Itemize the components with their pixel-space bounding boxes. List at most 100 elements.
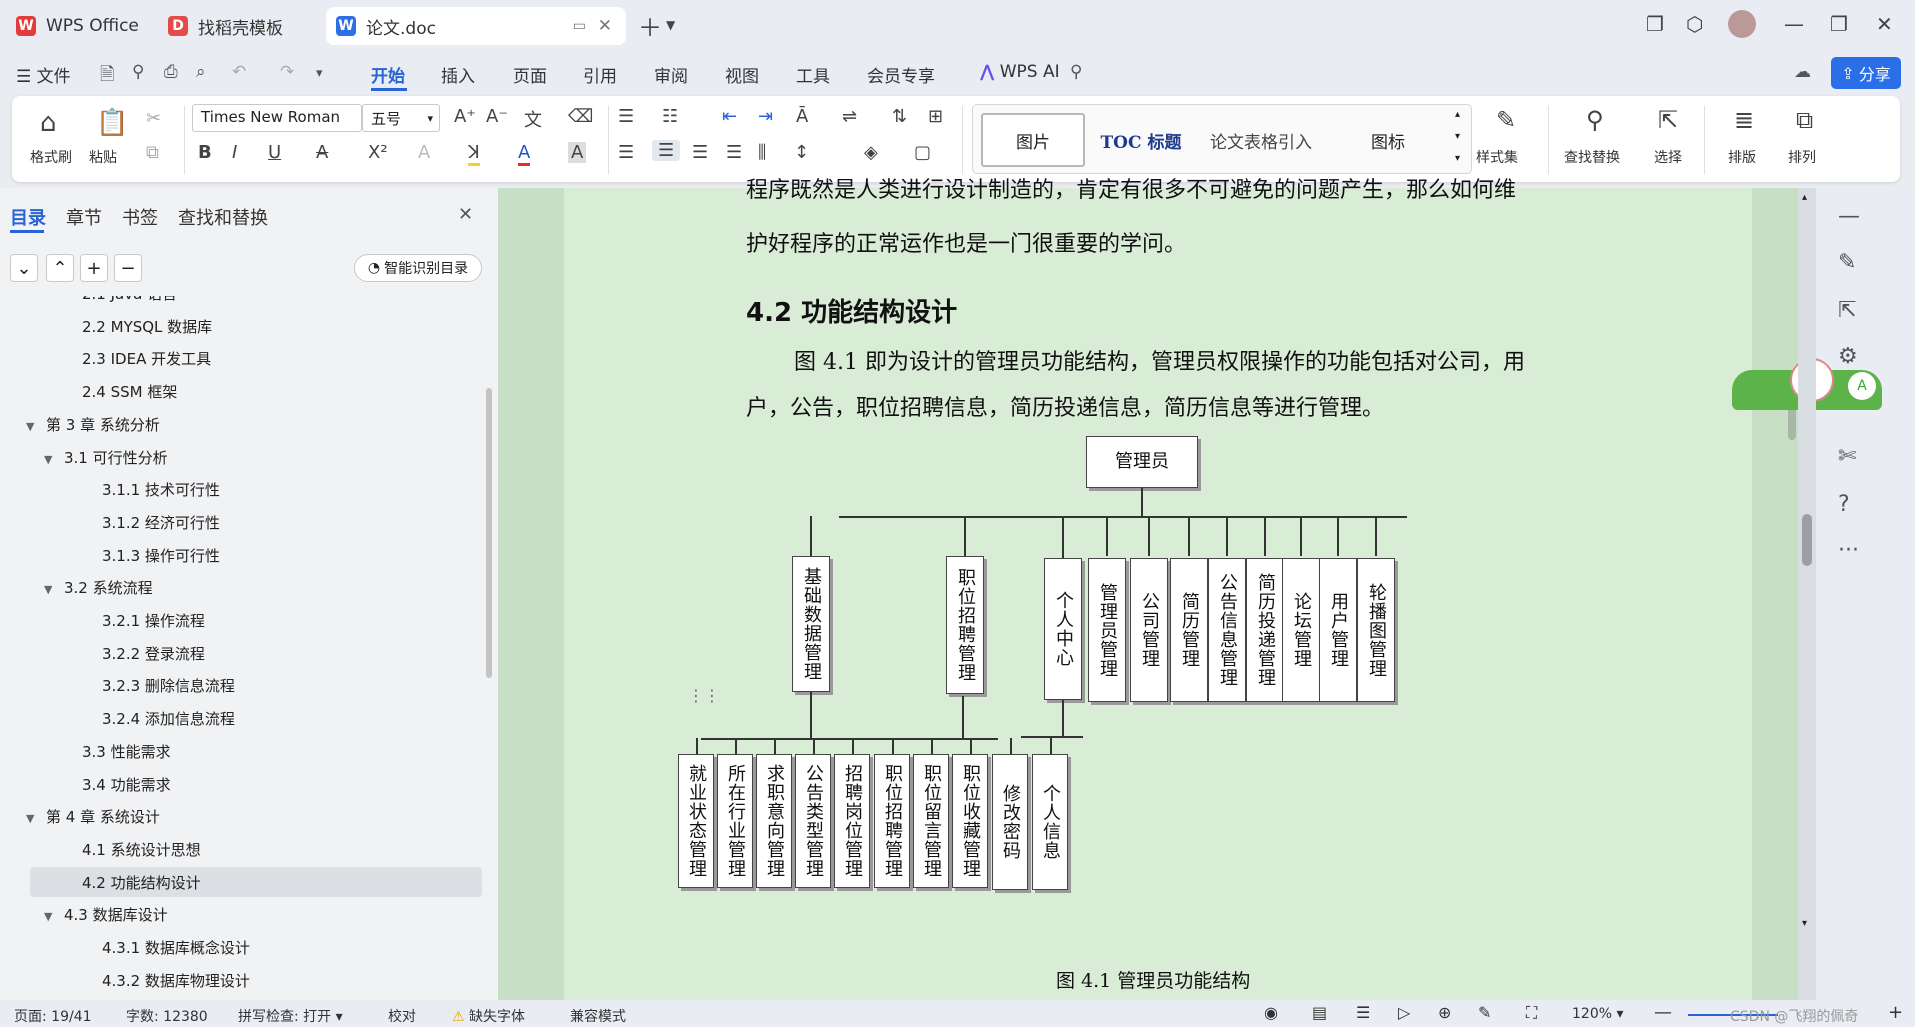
- add-heading-button[interactable]: +: [80, 254, 108, 282]
- tab-template[interactable]: D 找稻壳模板: [158, 7, 318, 45]
- italic-icon[interactable]: I: [232, 142, 237, 163]
- number-list-icon[interactable]: ☷: [662, 106, 678, 127]
- style-picture[interactable]: 图片: [981, 113, 1085, 167]
- line-spacing-icon[interactable]: ↕: [794, 142, 809, 163]
- toc-item[interactable]: ▼ 3.1 可行性分析: [44, 447, 168, 468]
- new-tab-icon[interactable]: ＋: [638, 8, 662, 43]
- toc-item[interactable]: 2.4 SSM 框架: [44, 381, 177, 402]
- smart-toc-button[interactable]: ◔ 智能识别目录: [354, 254, 482, 282]
- print-preview-icon[interactable]: ⌕: [196, 62, 206, 82]
- justify-icon[interactable]: ☰: [726, 142, 742, 163]
- align-left-icon[interactable]: ☰: [618, 142, 634, 163]
- gallery-expand-icon[interactable]: ▾: [1455, 153, 1460, 164]
- menu-page[interactable]: 页面: [513, 62, 547, 87]
- gallery-down-icon[interactable]: ▾: [1455, 131, 1460, 142]
- align-center-icon[interactable]: ☰: [652, 140, 681, 161]
- screen-icon[interactable]: ▭: [573, 18, 586, 34]
- style-set-icon[interactable]: ✎: [1496, 106, 1516, 134]
- expand-arrow-icon[interactable]: ▼: [26, 812, 42, 825]
- missing-font[interactable]: ⚠ 缺失字体: [452, 1006, 525, 1026]
- toc-item[interactable]: 4.1 系统设计思想: [44, 839, 201, 860]
- toc-item[interactable]: 4.3.1 数据库概念设计: [64, 937, 250, 958]
- help-icon[interactable]: ?: [1838, 492, 1850, 517]
- paste-label[interactable]: 粘贴: [89, 147, 117, 167]
- pointer-icon[interactable]: ⇱: [1838, 298, 1856, 323]
- expand-arrow-icon[interactable]: ▼: [44, 910, 60, 923]
- tab-document[interactable]: W 论文.doc ▭ ✕: [326, 7, 626, 45]
- close-window-icon[interactable]: ✕: [1876, 12, 1893, 36]
- cube-icon[interactable]: ⬡: [1686, 12, 1703, 36]
- tab-wps-office[interactable]: W WPS Office: [6, 7, 149, 45]
- toc-item[interactable]: 3.2.4 添加信息流程: [64, 708, 235, 729]
- menu-wps-ai[interactable]: ⋀ WPS AI: [980, 62, 1060, 82]
- avatar[interactable]: [1728, 10, 1756, 38]
- share-file-icon[interactable]: ⚲: [132, 62, 144, 82]
- select-cursor-icon[interactable]: ⇱: [1658, 106, 1678, 134]
- toc-item[interactable]: 4.3.2 数据库物理设计: [64, 970, 250, 991]
- word-count[interactable]: 字数: 12380: [126, 1006, 208, 1026]
- more-chevron-icon[interactable]: ▾: [316, 66, 323, 81]
- menu-member[interactable]: 会员专享: [867, 62, 935, 87]
- border-icon[interactable]: ▢: [914, 142, 931, 163]
- toc-item[interactable]: 4.2 功能结构设计: [44, 872, 201, 893]
- toc-item[interactable]: 2.1 Java 语言: [44, 296, 177, 304]
- strikethrough-icon[interactable]: A: [316, 142, 328, 163]
- toc-item[interactable]: 3.1.3 操作可行性: [64, 545, 220, 566]
- zoom-level[interactable]: 120% ▾: [1572, 1006, 1624, 1022]
- scroll-down-icon[interactable]: ▾: [1802, 918, 1807, 929]
- spell-check[interactable]: 拼写检查: 打开 ▾: [238, 1006, 343, 1026]
- document-page[interactable]: 程序既然是人类进行设计制造的，肯定有很多不可避免的问题产生，那么如何维 护好程序…: [564, 178, 1752, 1000]
- menu-file[interactable]: ☰ 文件: [16, 62, 71, 87]
- select-label[interactable]: 选择: [1654, 147, 1682, 167]
- bold-icon[interactable]: B: [198, 142, 212, 163]
- expand-button[interactable]: ⌃: [46, 254, 74, 282]
- cloud-icon[interactable]: ☁: [1794, 62, 1811, 82]
- style-set-label[interactable]: 样式集: [1476, 147, 1518, 167]
- shading-icon[interactable]: ◈: [864, 142, 878, 163]
- fit-icon[interactable]: ⛶: [1526, 1003, 1537, 1023]
- font-name-select[interactable]: Times New Roman: [192, 104, 362, 132]
- window-icon[interactable]: ❐: [1646, 12, 1664, 36]
- gallery-up-icon[interactable]: ▴: [1455, 109, 1460, 120]
- arrange-label[interactable]: 排列: [1788, 147, 1816, 167]
- pane-scrollbar[interactable]: [486, 388, 492, 678]
- outline-view-icon[interactable]: ☰: [1356, 1003, 1370, 1022]
- toc-item[interactable]: 3.2.1 操作流程: [64, 610, 205, 631]
- play-icon[interactable]: ▷: [1398, 1003, 1410, 1022]
- zoom-out-icon[interactable]: —: [1654, 1002, 1672, 1023]
- bullet-list-icon[interactable]: ☰: [618, 106, 634, 127]
- toc-item[interactable]: 2.2 MYSQL 数据库: [44, 316, 212, 337]
- toc-item[interactable]: 3.1.1 技术可行性: [64, 479, 220, 500]
- web-view-icon[interactable]: ⊕: [1438, 1003, 1451, 1022]
- zoom-in-icon[interactable]: +: [1888, 1002, 1903, 1023]
- vertical-scrollbar-track[interactable]: ▴ ▾: [1798, 188, 1816, 1000]
- menu-references[interactable]: 引用: [583, 62, 617, 87]
- toc-item[interactable]: ▼ 4.3 数据库设计: [44, 904, 168, 925]
- scroll-up-icon[interactable]: ▴: [1802, 192, 1807, 203]
- page-view-icon[interactable]: ▤: [1312, 1003, 1327, 1022]
- sort-icon[interactable]: ⇅: [892, 106, 907, 127]
- toc-item[interactable]: 3.3 性能需求: [44, 741, 171, 762]
- line-break-icon[interactable]: ⇌: [842, 106, 857, 127]
- distribute-icon[interactable]: ⫼: [758, 142, 766, 163]
- find-replace-label[interactable]: 查找替换: [1564, 147, 1620, 167]
- format-painter-icon[interactable]: ⌂: [40, 108, 57, 138]
- minimize-panel-icon[interactable]: —: [1838, 204, 1860, 229]
- toc-item[interactable]: ▼ 第 4 章 系统设计: [26, 806, 160, 827]
- toc-item[interactable]: 3.1.2 经济可行性: [64, 512, 220, 533]
- copy-icon[interactable]: ⧉: [146, 142, 159, 163]
- chevron-down-icon[interactable]: ▼: [666, 18, 675, 32]
- menu-tools[interactable]: 工具: [796, 62, 830, 87]
- underline-icon[interactable]: U: [268, 142, 281, 163]
- toc-item[interactable]: 2.3 IDEA 开发工具: [44, 348, 211, 369]
- format-painter-label[interactable]: 格式刷: [30, 147, 72, 167]
- phonetic-icon[interactable]: 文: [524, 106, 542, 132]
- align-right-icon[interactable]: ☰: [692, 142, 708, 163]
- increase-indent-icon[interactable]: ⇥: [758, 106, 773, 127]
- expand-arrow-icon[interactable]: ▼: [44, 453, 60, 466]
- layout-label[interactable]: 排版: [1728, 147, 1756, 167]
- clear-format-icon[interactable]: ⌫: [568, 106, 593, 127]
- char-shading-icon[interactable]: A: [568, 142, 587, 163]
- restore-icon[interactable]: ❐: [1830, 12, 1848, 36]
- vertical-scroll-thumb[interactable]: [1802, 514, 1812, 566]
